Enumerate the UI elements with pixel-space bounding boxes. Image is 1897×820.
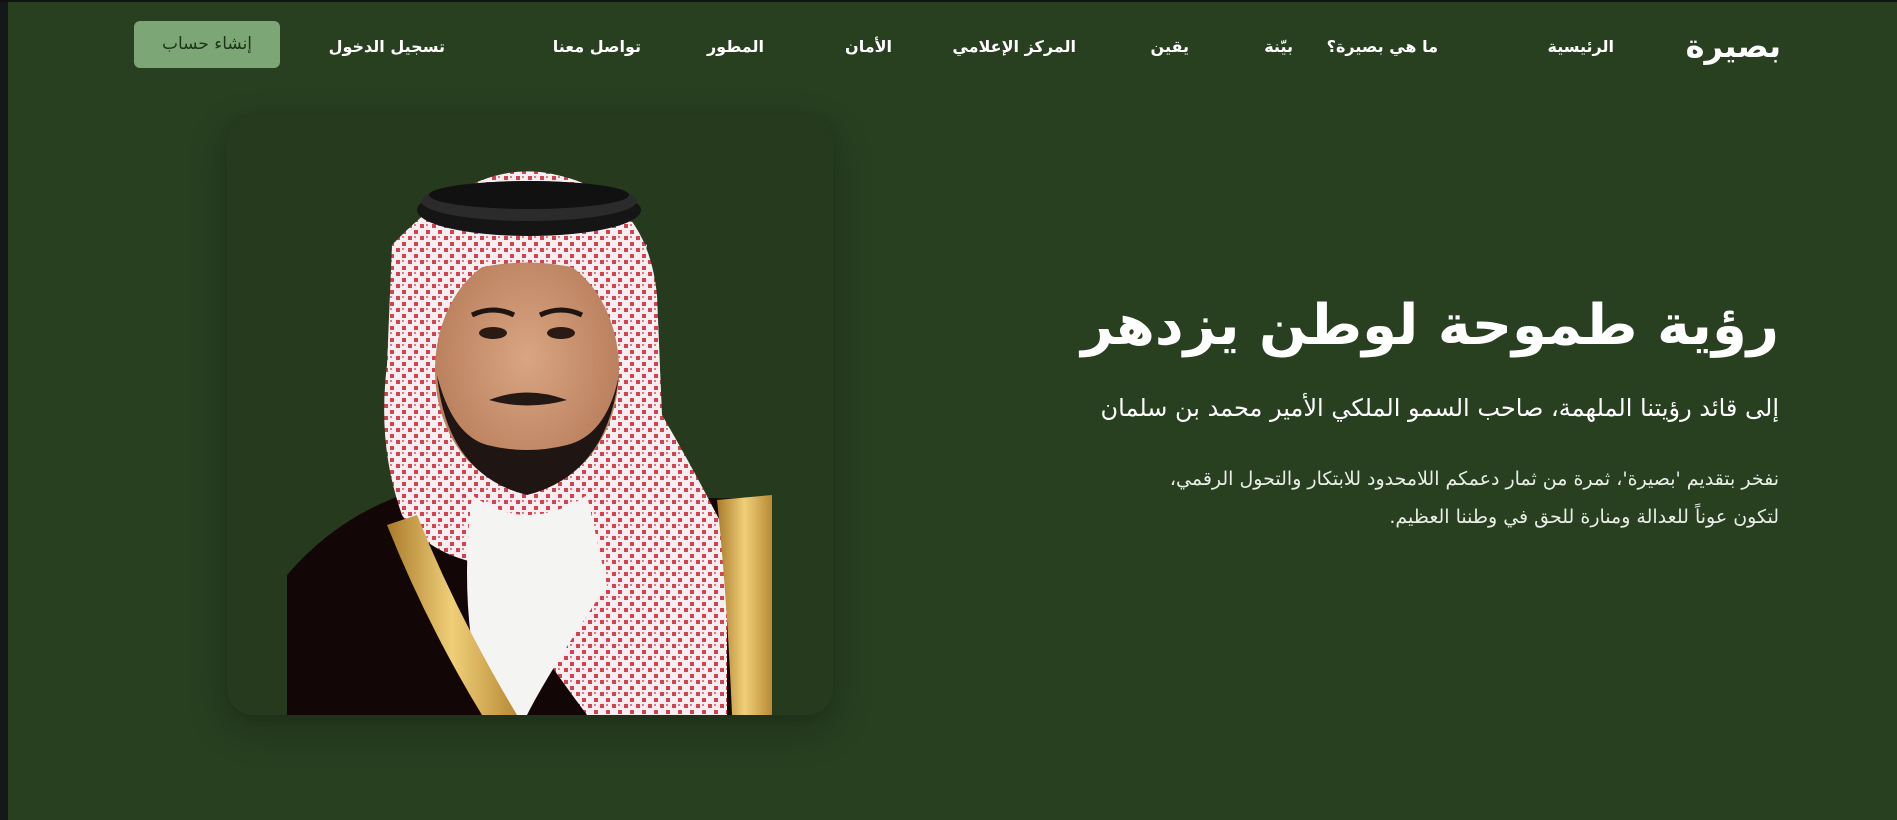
nav-item-developer[interactable]: المطور xyxy=(707,32,764,62)
brand-logo[interactable]: بصيرة xyxy=(1686,24,1781,68)
nav-item-contact[interactable]: تواصل معنا xyxy=(553,32,641,62)
hero-body: نفخر بتقديم 'بصيرة'، ثمرة من ثمار دعمكم … xyxy=(1019,460,1779,536)
hero-body-line-1: نفخر بتقديم 'بصيرة'، ثمرة من ثمار دعمكم … xyxy=(1169,468,1779,490)
nav-item-bayyina[interactable]: بيّنة xyxy=(1264,32,1293,62)
nav-item-media-center[interactable]: المركز الإعلامي xyxy=(952,32,1076,62)
nav-item-yaqeen[interactable]: يقين xyxy=(1151,32,1189,62)
hero-subtitle: إلى قائد رؤيتنا الملهمة، صاحب السمو المل… xyxy=(1100,394,1780,422)
hero-title: رؤية طموحة لوطن يزدهر xyxy=(1081,293,1779,358)
site-header: بصيرة الرئيسية ما هي بصيرة؟ بيّنة يقين ا… xyxy=(8,2,1897,90)
portrait-card xyxy=(227,115,833,715)
page: بصيرة الرئيسية ما هي بصيرة؟ بيّنة يقين ا… xyxy=(8,2,1897,820)
nav-item-security[interactable]: الأمان xyxy=(845,32,892,62)
nav-item-home[interactable]: الرئيسية xyxy=(1548,32,1615,62)
nav-item-login[interactable]: تسجيل الدخول xyxy=(329,32,445,62)
nav-item-what-is[interactable]: ما هي بصيرة؟ xyxy=(1327,32,1438,62)
leader-portrait-image xyxy=(287,171,772,715)
hero-body-line-2: لتكون عوناً للعدالة ومنارة للحق في وطننا… xyxy=(1389,506,1779,528)
window-left-edge xyxy=(0,0,8,820)
signup-button[interactable]: إنشاء حساب xyxy=(134,21,280,68)
